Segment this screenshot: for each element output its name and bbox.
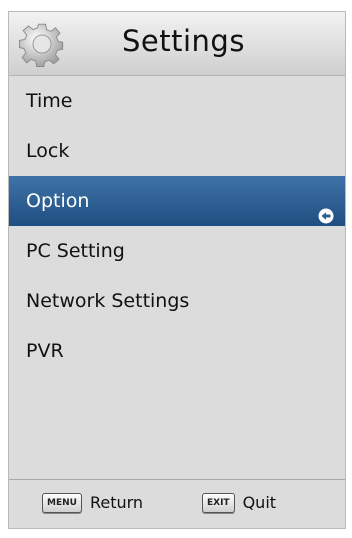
- menu-item-option[interactable]: Option: [9, 176, 345, 226]
- menu-item-label: Network Settings: [26, 290, 190, 312]
- return-label: Return: [89, 493, 144, 512]
- quit-label: Quit: [242, 493, 277, 512]
- left-arrow-icon: [318, 193, 334, 224]
- menu-item-lock[interactable]: Lock: [9, 126, 345, 176]
- gear-icon: [17, 19, 67, 69]
- menu-item-time[interactable]: Time: [9, 76, 345, 126]
- menu-item-network-settings[interactable]: Network Settings: [9, 276, 345, 326]
- menu-item-label: Lock: [26, 140, 70, 162]
- settings-menu: Settings Time Lock Option PC Setting Net…: [8, 11, 346, 529]
- menu-item-label: PVR: [26, 340, 64, 362]
- quit-hint: EXIT Quit: [202, 492, 276, 514]
- page-title: Settings: [122, 24, 245, 58]
- menu-item-label: Time: [26, 90, 73, 112]
- menu-footer: MENU Return EXIT Quit: [9, 479, 345, 528]
- menu-item-label: Option: [26, 190, 90, 212]
- menu-key-icon: MENU: [42, 493, 82, 513]
- menu-item-pc-setting[interactable]: PC Setting: [9, 226, 345, 276]
- menu-header: Settings: [9, 12, 345, 76]
- menu-item-pvr[interactable]: PVR: [9, 326, 345, 376]
- exit-key-icon: EXIT: [202, 493, 235, 513]
- menu-item-label: PC Setting: [26, 240, 125, 262]
- menu-list: Time Lock Option PC Setting Network Sett…: [9, 76, 345, 376]
- return-hint: MENU Return: [42, 492, 143, 514]
